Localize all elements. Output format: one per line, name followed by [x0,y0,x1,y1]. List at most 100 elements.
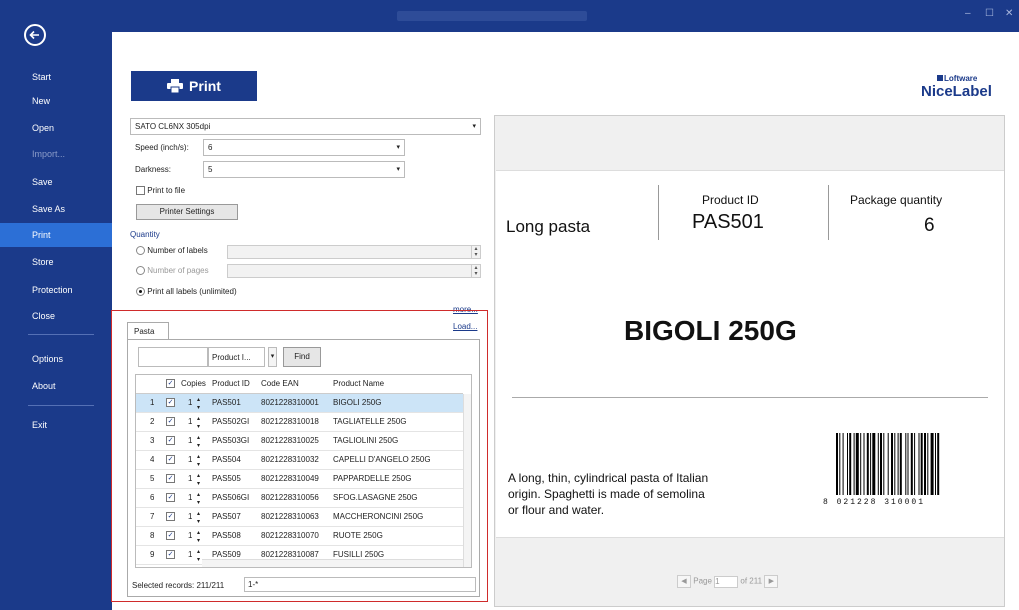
close-window-button[interactable]: ✕ [1005,8,1013,19]
table-row[interactable]: 2 ✓ 1 ▴ ▾ PAS502GI 8021228310018 TAGLIATELLE 25… [136,413,463,432]
page-count-label: of 211 [740,576,763,586]
sidebar-item-start[interactable]: Start [0,65,112,89]
sidebar-item-close[interactable]: Close [0,304,112,328]
row-checkbox[interactable]: ✓ [166,398,175,408]
search-field-select[interactable]: Product I... ▾ [208,347,277,367]
table-row[interactable]: 1 ✓ 1 ▴ ▾ PAS501 8021228310001 BIGOLI 250G [136,394,463,413]
speed-label: Speed (inch/s): [135,143,189,152]
copies-stepper[interactable]: ▴ ▾ [197,472,200,488]
table-row[interactable]: 5 ✓ 1 ▴ ▾ PAS505 8021228310049 PAPPARDELLE 250G [136,470,463,489]
row-number: 5 [150,474,155,483]
find-button[interactable]: Find [283,347,321,367]
column-copies[interactable]: Copies [181,375,206,393]
number-of-labels-option[interactable]: Number of labels [136,246,208,256]
number-of-pages-field: ▴ ▾ [227,264,481,278]
table-row[interactable]: 4 ✓ 1 ▴ ▾ PAS504 8021228310032 CAPELLI D'ANGELO… [136,451,463,470]
print-to-file-checkbox[interactable] [136,186,145,196]
table-row[interactable]: 3 ✓ 1 ▴ ▾ PAS503GI 8021228310025 TAGLIOLINI 250… [136,432,463,451]
horizontal-scrollbar[interactable] [202,559,463,567]
sidebar-item-about[interactable]: About [0,374,112,398]
copies-stepper[interactable]: ▴ ▾ [197,529,200,545]
code-ean-cell: 8021228310032 [261,455,319,464]
column-code-ean[interactable]: Code EAN [261,375,299,393]
copies-stepper[interactable]: ▴ ▾ [197,548,200,564]
barcode-bar [860,433,862,495]
quantity-heading: Quantity [130,230,160,239]
number-of-labels-field[interactable]: ▴ ▾ [227,245,481,259]
tab-pasta[interactable]: Pasta [127,322,169,340]
load-link[interactable]: Load... [453,322,477,331]
label-title: BIGOLI 250G [624,315,797,346]
prev-page-button[interactable]: ◀ [677,575,691,588]
table-row[interactable]: 8 ✓ 1 ▴ ▾ PAS508 8021228310070 RUOTE 250G [136,527,463,546]
maximize-button[interactable]: ☐ [985,8,994,19]
barcode-bar [891,433,893,495]
print-button[interactable]: Print [131,71,257,101]
label-rule [512,397,988,398]
row-checkbox[interactable]: ✓ [166,512,175,522]
copies-stepper[interactable]: ▴ ▾ [197,396,200,412]
vertical-scrollbar[interactable] [463,394,471,567]
row-number: 2 [150,417,155,426]
product-name-cell: PAPPARDELLE 250G [333,474,412,483]
sidebar-item-new[interactable]: New [0,89,112,113]
spinner-icon[interactable]: ▴ ▾ [471,246,480,258]
sidebar-item-save[interactable]: Save [0,170,112,194]
print-to-file-option[interactable]: Print to file [136,186,185,196]
copies-stepper[interactable]: ▴ ▾ [197,491,200,507]
code-ean-cell: 8021228310070 [261,531,319,540]
darkness-select[interactable]: 5 ▾ [203,161,405,178]
barcode-bar [914,433,916,495]
row-checkbox[interactable]: ✓ [166,474,175,484]
product-name-cell: RUOTE 250G [333,531,383,540]
row-checkbox[interactable]: ✓ [166,455,175,465]
page-number-field[interactable]: 1 [714,575,739,588]
next-page-button[interactable]: ▶ [764,575,779,588]
row-checkbox[interactable]: ✓ [166,417,175,427]
print-all-radio[interactable] [136,287,145,297]
selected-records-field[interactable]: 1-* [244,577,476,592]
sidebar-item-exit[interactable]: Exit [0,413,112,437]
copies-stepper[interactable]: ▴ ▾ [197,434,200,450]
title-bar: – ☐ ✕ [112,0,1019,32]
sidebar-item-open[interactable]: Open [0,116,112,140]
back-arrow-icon[interactable] [24,24,46,46]
number-of-labels-radio[interactable] [136,246,145,256]
table-row[interactable]: 6 ✓ 1 ▴ ▾ PAS506GI 8021228310056 SFOG.LASAGNE 2… [136,489,463,508]
speed-select[interactable]: 6 ▾ [203,139,405,156]
search-input[interactable] [138,347,208,367]
barcode-bar [920,433,923,495]
barcode-bar [866,433,869,495]
code-ean-cell: 8021228310056 [261,493,319,502]
column-product-id[interactable]: Product ID [212,375,250,393]
product-id-cell: PAS508 [212,531,241,540]
printer-select[interactable]: SATO CL6NX 305dpi ▾ [130,118,481,135]
preview-pager: ◀ Page 1 of 211 ▶ [677,575,779,588]
copies-stepper[interactable]: ▴ ▾ [197,510,200,526]
barcode-bar [863,433,865,495]
product-id-cell: PAS501 [212,398,241,407]
row-checkbox[interactable]: ✓ [166,550,175,560]
select-all-checkbox[interactable]: ✓ [166,379,175,389]
chevron-down-icon[interactable]: ▾ [268,347,277,367]
row-checkbox[interactable]: ✓ [166,493,175,503]
spinner-icon: ▴ ▾ [471,265,480,277]
row-checkbox[interactable]: ✓ [166,436,175,446]
copies-stepper[interactable]: ▴ ▾ [197,453,200,469]
barcode-bar [887,433,889,495]
barcode-bar [849,433,852,495]
sidebar-item-save-as[interactable]: Save As [0,197,112,221]
copies-stepper[interactable]: ▴ ▾ [197,415,200,431]
column-product-name[interactable]: Product Name [333,375,384,393]
sidebar-item-import: Import... [32,149,66,159]
table-row[interactable]: 7 ✓ 1 ▴ ▾ PAS507 8021228310063 MACCHERONCINI 25… [136,508,463,527]
sidebar-item-store[interactable]: Store [0,250,112,274]
sidebar-item-print[interactable]: Print [0,223,112,247]
selected-records-label: Selected records: 211/211 [132,581,225,590]
minimize-button[interactable]: – [965,8,971,19]
sidebar-item-options[interactable]: Options [0,347,112,371]
row-checkbox[interactable]: ✓ [166,531,175,541]
sidebar-item-protection[interactable]: Protection [0,278,112,302]
printer-settings-button[interactable]: Printer Settings [136,204,238,220]
print-all-option[interactable]: Print all labels (unlimited) [136,287,237,297]
